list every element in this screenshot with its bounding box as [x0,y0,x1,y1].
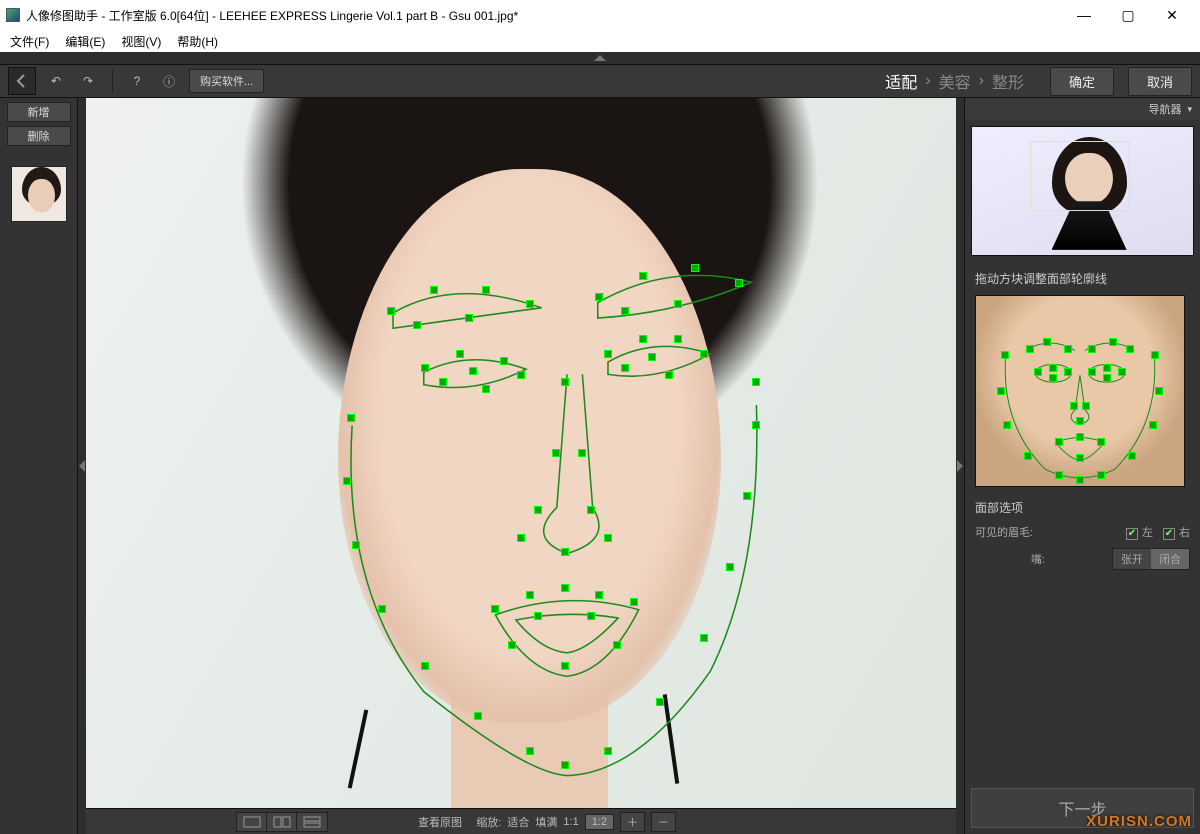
zoom-12[interactable]: 1:2 [585,814,614,830]
collapse-top-handle[interactable] [0,52,1200,64]
title-bar: 人像修图助手 - 工作室版 6.0[64位] - LEEHEE EXPRESS … [0,0,1200,30]
eyebrow-label: 可见的眉毛: [975,524,1045,540]
navigator-header[interactable]: 导航器▾ [965,98,1200,120]
image-canvas[interactable] [86,98,956,808]
drag-hint-label: 拖动方块调整面部轮廓线 [965,262,1200,291]
view-side-icon[interactable] [267,813,297,831]
eyebrow-right-checkbox[interactable]: ✔右 [1163,524,1190,540]
navigator-thumbnail[interactable] [971,126,1194,256]
face-thumbnail[interactable] [11,166,67,222]
mouth-closed[interactable]: 闭合 [1151,549,1189,569]
menu-file[interactable]: 文件(F) [10,33,49,50]
menu-bar: 文件(F) 编辑(E) 视图(V) 帮助(H) [0,30,1200,52]
eyebrow-left-checkbox[interactable]: ✔左 [1126,524,1153,540]
canvas-area: 查看原图 缩放: 适合 填满 1:1 1:2 ＋ － [86,98,956,834]
zoom-11[interactable]: 1:1 [563,816,578,828]
reference-face[interactable] [975,295,1185,487]
separator [112,70,113,92]
toolbar: ↶ ↷ ? ⓘ 购买软件... 适配 › 美容 › 整形 确定 取消 [0,64,1200,98]
left-collapse-handle[interactable] [78,98,86,834]
zoom-in-button[interactable]: ＋ [620,812,645,832]
minimize-button[interactable]: — [1062,1,1106,29]
buy-software-button[interactable]: 购买软件... [189,69,264,93]
undo-button[interactable]: ↶ [44,69,68,93]
right-panel: 导航器▾ 拖动方块调整面部轮廓线 [964,98,1200,834]
navigator-box [965,120,1200,262]
main-row: 新增 删除 [0,98,1200,834]
workspace: ↶ ↷ ? ⓘ 购买软件... 适配 › 美容 › 整形 确定 取消 新增 删除 [0,52,1200,834]
mouth-open[interactable]: 张开 [1113,549,1151,569]
status-bar: 查看原图 缩放: 适合 填满 1:1 1:2 ＋ － [86,808,956,834]
left-panel: 新增 删除 [0,98,78,834]
ok-button[interactable]: 确定 [1050,67,1114,96]
menu-edit[interactable]: 编辑(E) [65,33,105,50]
view-single-icon[interactable] [237,813,267,831]
zoom-fit[interactable]: 适合 [507,814,529,830]
view-mode-group[interactable] [236,812,328,832]
app-icon [6,8,20,22]
mouth-toggle[interactable]: 张开 闭合 [1112,548,1190,570]
redo-button[interactable]: ↷ [76,69,100,93]
help-icon[interactable]: ? [125,69,149,93]
zoom-controls: 缩放: 适合 填满 1:1 1:2 ＋ － [476,812,676,832]
watermark-corner: XURISN.COM [1086,813,1192,830]
breadcrumb: 适配 › 美容 › 整形 [885,69,1024,93]
eyebrow-row: 可见的眉毛: ✔左 ✔右 [965,520,1200,544]
menu-view[interactable]: 视图(V) [121,33,161,50]
crumb-beauty[interactable]: 美容 [939,69,971,93]
zoom-out-button[interactable]: － [651,812,676,832]
maximize-button[interactable]: ▢ [1106,1,1150,29]
menu-help[interactable]: 帮助(H) [177,33,218,50]
info-icon[interactable]: ⓘ [157,69,181,93]
chevron-down-icon: ▾ [1187,104,1192,115]
view-stack-icon[interactable] [297,813,327,831]
cancel-button[interactable]: 取消 [1128,67,1192,96]
close-button[interactable]: ✕ [1150,1,1194,29]
back-button[interactable] [8,67,36,95]
delete-face-button[interactable]: 删除 [7,126,71,146]
zoom-fill[interactable]: 填满 [535,814,557,830]
face-options-header: 面部选项 [965,491,1200,520]
view-original-button[interactable]: 查看原图 [418,814,462,830]
add-face-button[interactable]: 新增 [7,102,71,122]
crumb-fit[interactable]: 适配 [885,69,917,93]
crumb-reshape[interactable]: 整形 [992,69,1024,93]
landmark-mesh [86,98,956,808]
zoom-label: 缩放: [476,814,501,830]
right-collapse-handle[interactable] [956,98,964,834]
mouth-row: 嘴: 张开 闭合 [965,544,1200,574]
mouth-label: 嘴: [975,551,1045,567]
navigator-roi[interactable] [1030,141,1130,211]
window-title: 人像修图助手 - 工作室版 6.0[64位] - LEEHEE EXPRESS … [26,7,1062,24]
